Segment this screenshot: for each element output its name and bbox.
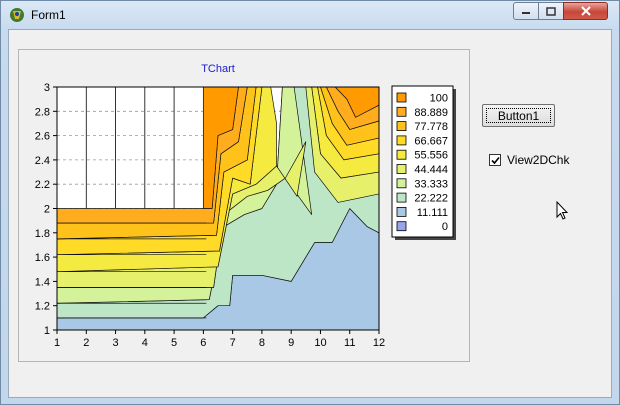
y-tick-label: 2.6 — [35, 131, 50, 143]
close-button[interactable] — [563, 2, 608, 20]
x-tick-label: 10 — [314, 337, 326, 349]
checkbox-label: View2DChk — [507, 153, 570, 167]
x-tick-label: 12 — [373, 337, 385, 349]
contour-chart: TChart1 2 3 4 5 6 7 8 9 10 11 1211.21.41.61.822.22.… — [35, 63, 456, 349]
y-tick-label: 2.2 — [35, 179, 50, 191]
button1-button[interactable]: Button1 — [482, 104, 555, 127]
view2d-checkbox[interactable]: View2DChk — [489, 152, 569, 168]
legend-swatch — [396, 121, 407, 131]
legend-swatch — [396, 164, 407, 174]
legend-swatch — [396, 206, 407, 217]
title-bar[interactable]: Form1 — [1, 1, 619, 29]
legend-swatch — [396, 221, 407, 232]
y-tick-label: 2.4 — [35, 155, 50, 167]
maximize-icon — [546, 6, 556, 16]
checkmark-icon — [490, 156, 500, 164]
legend-label: 22.222 — [414, 193, 448, 205]
button1-label: Button1 — [486, 108, 551, 123]
window-title: Form1 — [31, 8, 66, 22]
legend-swatch — [396, 135, 407, 146]
legend-swatch — [396, 192, 407, 203]
legend-label: 55.556 — [414, 150, 448, 162]
legend-swatch — [396, 149, 407, 160]
close-icon — [580, 6, 591, 16]
y-tick-label: 1.8 — [35, 228, 50, 240]
mouse-cursor-icon — [556, 201, 569, 220]
x-tick-label: 7 — [230, 337, 236, 349]
legend-swatch — [396, 106, 407, 117]
x-tick-label: 9 — [288, 337, 294, 349]
y-tick-label: 1.2 — [35, 301, 50, 313]
y-tick-label: 1.4 — [35, 276, 50, 288]
app-window: Form1 TChart 1 2 3 4 5 6 7 8 9 10 11 12 1 1.2 1.4 1.6 1.8… — [0, 0, 620, 405]
legend-label: 11.111 — [417, 207, 448, 219]
legend-swatch — [396, 178, 407, 189]
y-tick-label: 1 — [44, 325, 50, 337]
minimize-button[interactable] — [513, 2, 539, 20]
legend-label: 44.444 — [414, 164, 448, 176]
chart-panel: TChart 1 2 3 4 5 6 7 8 9 10 11 12 1 1.2 1.4 1.6 1.8 2 2.2 2.… — [18, 49, 470, 362]
y-tick-label: 2.8 — [35, 106, 50, 118]
x-tick-label: 5 — [171, 337, 177, 349]
legend-label: 0 — [442, 221, 448, 233]
app-icon — [10, 8, 24, 22]
x-tick-label: 3 — [112, 337, 118, 349]
legend-label: 88.889 — [414, 107, 448, 119]
checkbox-box[interactable] — [489, 154, 501, 166]
x-tick-label: 4 — [142, 337, 148, 349]
y-tick-label: 2 — [44, 204, 50, 216]
x-tick-label: 8 — [259, 337, 265, 349]
legend-label: 77.778 — [414, 121, 448, 133]
x-tick-label: 1 — [54, 337, 60, 349]
x-tick-label: 2 — [83, 337, 89, 349]
legend-swatch — [396, 92, 407, 103]
legend-label: 100 — [430, 93, 448, 105]
legend-label: 66.667 — [414, 135, 448, 147]
y-tick-label: 1.6 — [35, 252, 50, 264]
form-client-area: TChart 1 2 3 4 5 6 7 8 9 10 11 12 1 1.2 1.4 1.6 1.8 2 2.2 2.… — [8, 29, 612, 398]
maximize-button[interactable] — [538, 2, 564, 20]
legend-label: 33.333 — [414, 178, 448, 190]
x-tick-label: 11 — [344, 337, 355, 349]
x-tick-label: 6 — [200, 337, 206, 349]
y-tick-label: 3 — [44, 82, 50, 94]
chart-title: TChart — [201, 63, 235, 75]
minimize-icon — [522, 12, 530, 14]
